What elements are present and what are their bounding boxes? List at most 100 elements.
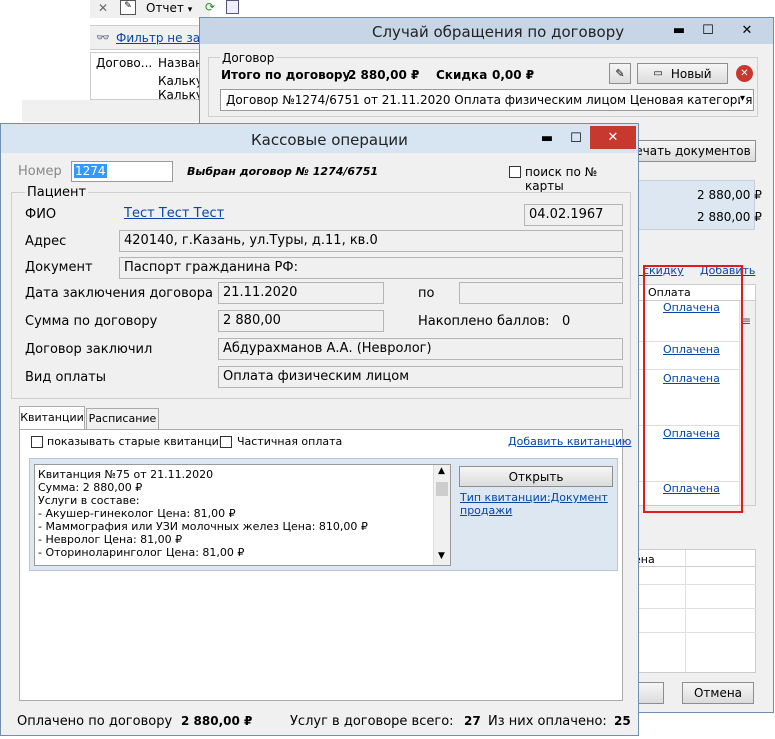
report-menu-button[interactable]: Отчет ▾ xyxy=(146,1,192,15)
refresh-icon[interactable]: ⟳ xyxy=(205,0,218,14)
maximize-button[interactable]: ☐ xyxy=(563,126,589,150)
receipt-line: - Оториноларинголог Цена: 81,00 ₽ xyxy=(38,546,245,559)
cancel-button-label: Отмена xyxy=(693,686,743,700)
filter-link[interactable]: Фильтр не задан xyxy=(116,31,201,45)
discount-label: Скидка xyxy=(436,68,488,82)
open-button-label: Открыть xyxy=(508,469,564,484)
address-field[interactable]: 420140, г.Казань, ул.Туры, д.11, кв.0 xyxy=(119,230,623,252)
fio-label: ФИО xyxy=(25,207,57,222)
total-label: Итого по договору xyxy=(221,68,351,82)
discount-value: 0,00 ₽ xyxy=(492,68,535,82)
concluded-field[interactable]: Абдурахманов А.А. (Невролог) xyxy=(218,338,623,360)
document-label: Документ xyxy=(25,260,93,275)
print-docs-label: ечать документов xyxy=(635,144,751,158)
chevron-down-icon[interactable]: ▼ xyxy=(438,551,445,561)
receipt-line: Сумма: 2 880,00 ₽ xyxy=(38,481,143,494)
tab-schedule[interactable]: Расписание xyxy=(86,408,159,429)
close-small-icon[interactable]: ✕ xyxy=(98,1,108,15)
payment-type-field[interactable]: Оплата физическим лицом xyxy=(218,366,623,388)
lower-grid-row-line xyxy=(632,584,756,585)
number-input-value: 1274 xyxy=(74,164,107,178)
add-receipt-link[interactable]: Добавить квитанцию xyxy=(508,435,631,448)
print-docs-button[interactable]: ечать документов xyxy=(630,140,756,162)
sum-value-1: 2 880,00 ₽ xyxy=(697,188,762,202)
tab-receipts[interactable]: Квитанции xyxy=(19,406,85,430)
grid-header-contract[interactable]: Догово... xyxy=(96,56,152,70)
card-search-label: поиск по № карты xyxy=(525,165,598,193)
contract-select-value: Договор №1274/6751 от 21.11.2020 Оплата … xyxy=(226,93,754,107)
close-button[interactable]: ✕ xyxy=(590,126,636,149)
paid-label: Оплачено по договору xyxy=(17,714,173,729)
receipt-line: Услуги в составе: xyxy=(38,494,140,507)
chevron-down-icon[interactable]: ▾ xyxy=(740,93,746,104)
chevron-up-icon[interactable]: ▲ xyxy=(438,466,445,476)
sum-value-2: 2 880,00 ₽ xyxy=(697,210,762,224)
chevron-down-icon: ▾ xyxy=(187,5,193,15)
receipt-type-link[interactable]: Тип квитанции:Документ продажи xyxy=(460,491,610,517)
cash-window-title: Кассовые операции xyxy=(251,131,408,149)
number-label: Номер xyxy=(18,164,62,179)
tab-schedule-label: Расписание xyxy=(88,412,157,425)
edit-icon: ✎ xyxy=(615,67,625,80)
sum-label: Сумма по договору xyxy=(25,314,158,329)
receipt-line: - Невролог Цена: 81,00 ₽ xyxy=(38,533,183,546)
new-button[interactable]: ▭ Новый xyxy=(637,63,728,84)
lower-grid-row-line xyxy=(632,608,756,609)
payment-type-label: Вид оплаты xyxy=(25,370,107,385)
bg-panel xyxy=(22,100,202,122)
minimize-button[interactable]: ▬ xyxy=(666,18,692,42)
to-date-field[interactable] xyxy=(459,282,623,304)
card-search-checkbox[interactable] xyxy=(509,166,521,178)
cash-window: Кассовые операции ▬ ☐ ✕ Номер 1274 Выбра… xyxy=(0,123,639,736)
lower-grid-row-line xyxy=(632,632,756,633)
receipt-scrollbar[interactable]: ▲ ▼ xyxy=(433,465,450,565)
of-them-value: 25 xyxy=(614,714,631,728)
show-old-checkbox[interactable] xyxy=(31,436,43,448)
maximize-button[interactable]: ☐ xyxy=(695,18,721,42)
points-label: Накоплено баллов: xyxy=(418,314,550,329)
tab-receipts-label: Квитанции xyxy=(20,411,84,424)
address-label: Адрес xyxy=(25,234,67,249)
highlight-box xyxy=(643,265,743,513)
number-input[interactable]: 1274 xyxy=(71,161,173,182)
copy-icon[interactable] xyxy=(226,0,239,14)
minimize-button[interactable]: ▬ xyxy=(534,126,560,150)
contract-date-field[interactable]: 21.11.2020 xyxy=(218,282,384,304)
contract-date-label: Дата заключения договора xyxy=(25,286,213,301)
contract-select[interactable]: Договор №1274/6751 от 21.11.2020 Оплата … xyxy=(220,89,754,111)
edit-icon[interactable]: ✎ xyxy=(120,0,136,15)
birth-date-field[interactable]: 04.02.1967 xyxy=(524,204,623,226)
cancel-button[interactable]: Отмена xyxy=(682,682,754,704)
concluded-label: Договор заключил xyxy=(25,342,153,357)
new-button-label: Новый xyxy=(670,66,712,81)
patient-group-label: Пациент xyxy=(25,185,89,200)
partial-payment-checkbox[interactable] xyxy=(220,436,232,448)
lower-grid-col-line xyxy=(685,550,686,672)
edit-contract-button[interactable]: ✎ xyxy=(609,63,631,84)
paid-value: 2 880,00 ₽ xyxy=(181,714,253,728)
document-icon: ▭ xyxy=(653,68,663,79)
services-value: 27 xyxy=(464,714,481,728)
binoculars-icon: 👓 xyxy=(96,31,110,44)
fio-link[interactable]: Тест Тест Тест xyxy=(124,206,224,221)
lower-grid-header-line xyxy=(632,566,756,567)
points-value: 0 xyxy=(562,314,571,329)
receipt-line: Квитанция №75 от 21.11.2020 xyxy=(38,468,214,481)
receipt-line: - Акушер-гинеколог Цена: 81,00 ₽ xyxy=(38,507,236,520)
open-button[interactable]: Открыть xyxy=(459,466,613,487)
scroll-thumb[interactable] xyxy=(436,482,448,496)
report-label: Отчет xyxy=(146,1,184,15)
close-button[interactable]: ✕ xyxy=(724,18,770,42)
total-value: 2 880,00 ₽ xyxy=(348,68,420,82)
lower-grid xyxy=(632,549,756,673)
contract-group-label: Договор xyxy=(220,51,277,65)
delete-icon[interactable]: ✕ xyxy=(736,65,753,82)
sum-field[interactable]: 2 880,00 xyxy=(218,310,384,332)
receipt-textbox[interactable]: Квитанция №75 от 21.11.2020 Сумма: 2 880… xyxy=(34,464,451,566)
document-field[interactable]: Паспорт гражданина РФ: xyxy=(119,257,623,279)
show-old-label: показывать старые квитанции xyxy=(47,435,226,448)
contract-window-title: Случай обращения по договору xyxy=(372,23,625,41)
to-label: по xyxy=(418,286,435,301)
of-them-label: Из них оплачено: xyxy=(488,714,607,729)
receipt-line: - Маммография или УЗИ молочных желез Цен… xyxy=(38,520,368,533)
